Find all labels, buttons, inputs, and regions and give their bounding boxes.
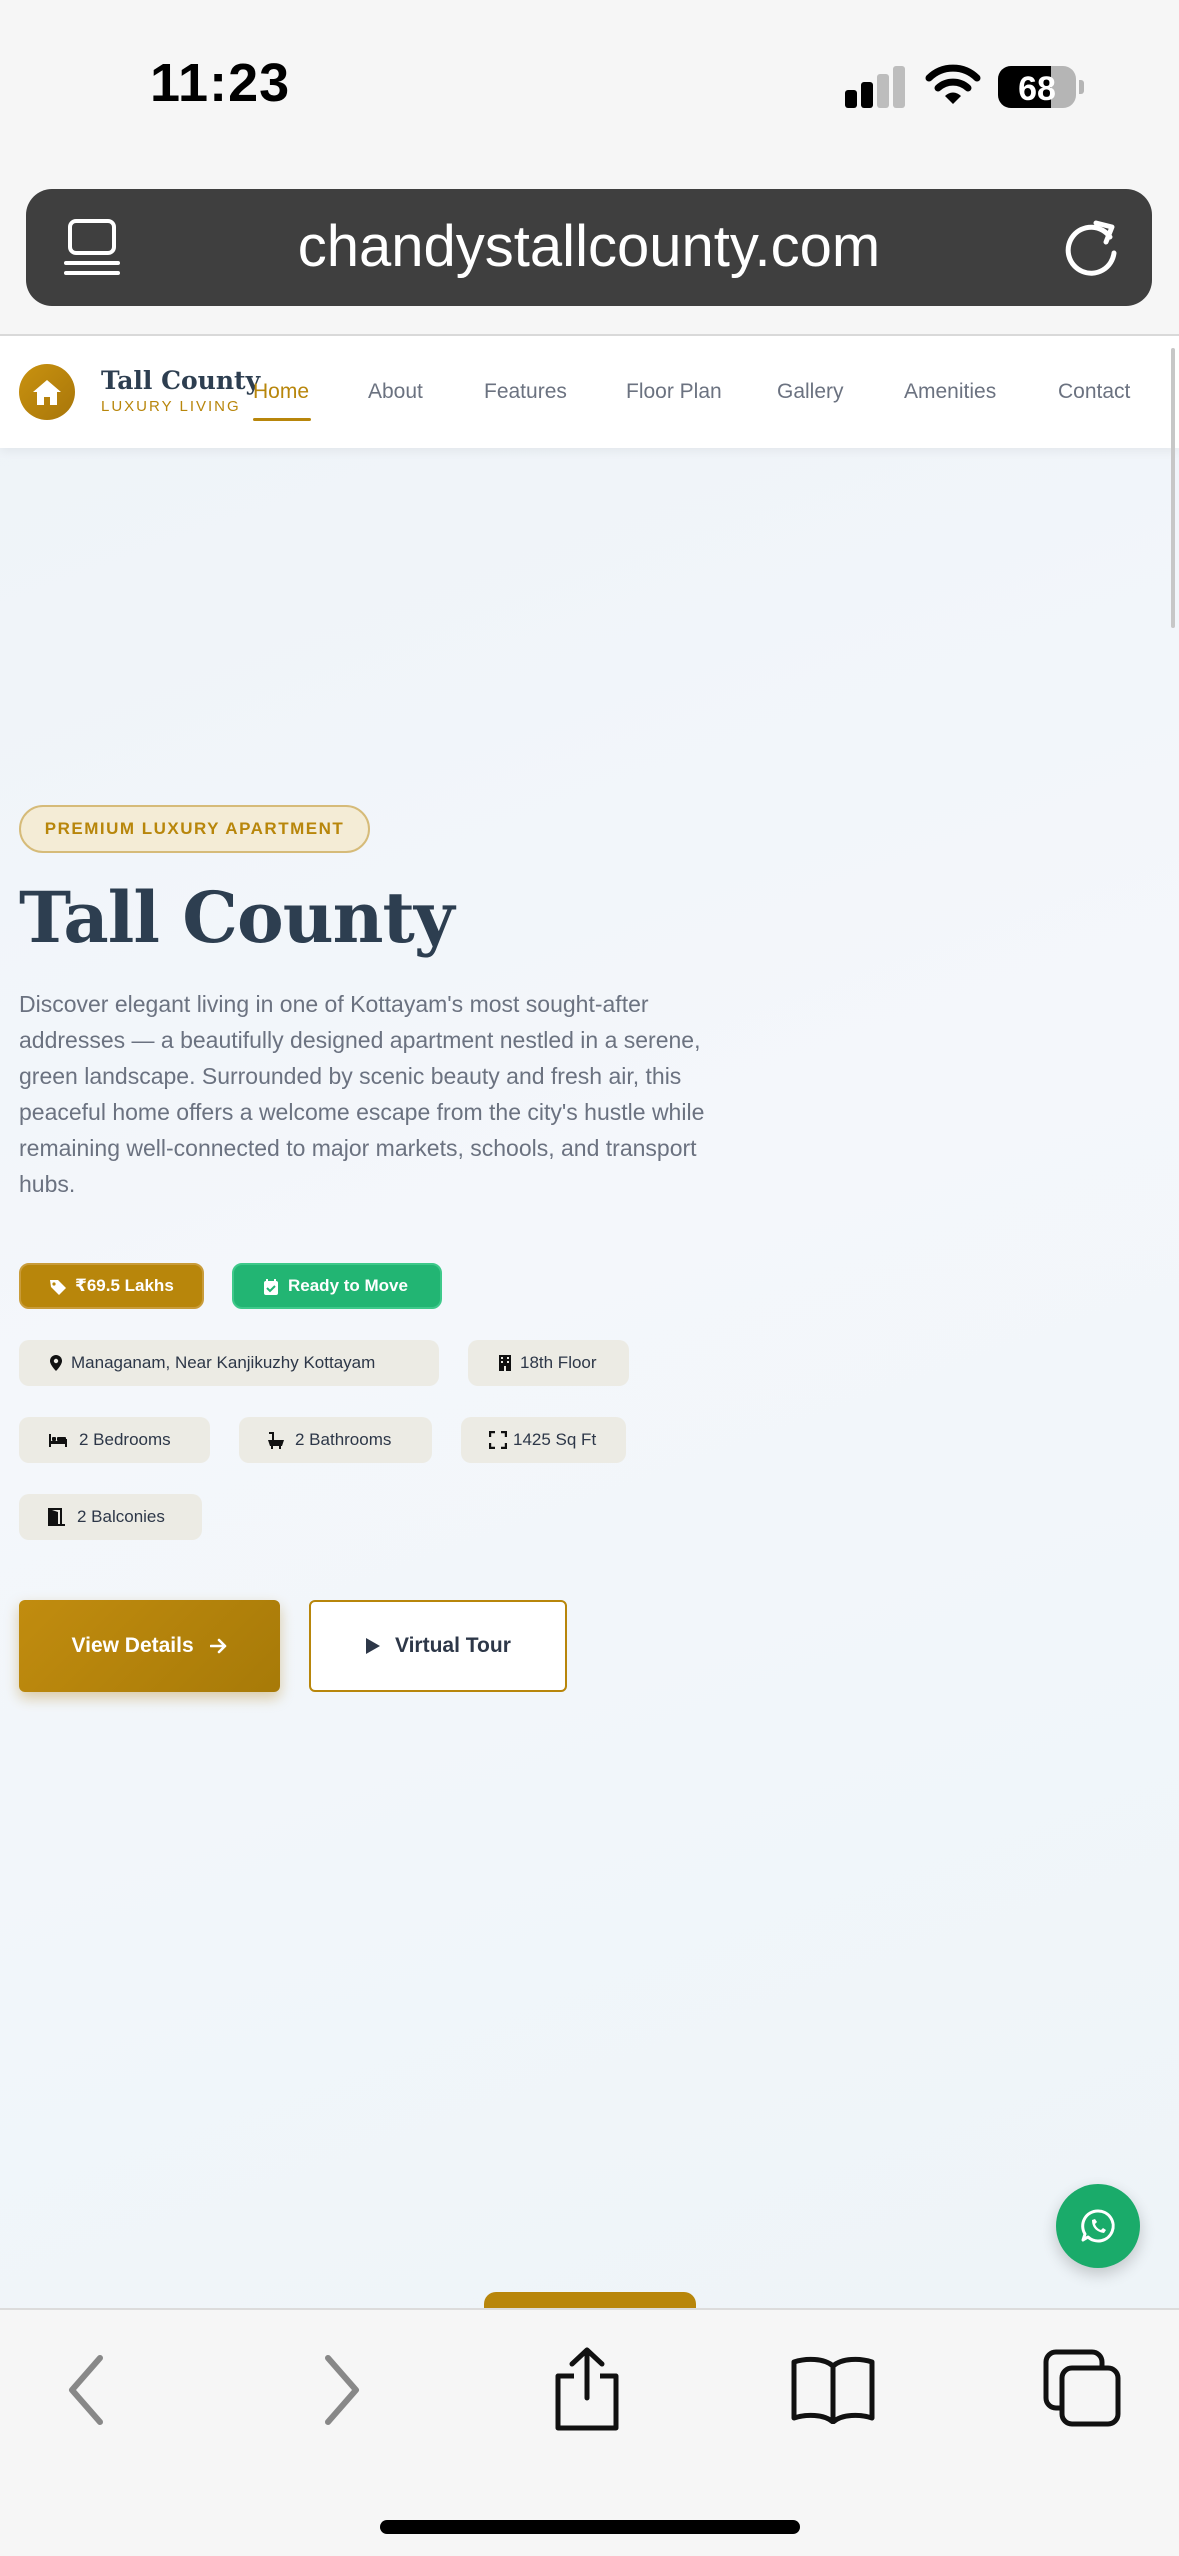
nav-about[interactable]: About — [368, 380, 423, 404]
balconies-text: 2 Balconies — [77, 1507, 165, 1526]
view-details-label: View Details — [71, 1634, 194, 1657]
battery-cap — [1079, 80, 1084, 94]
status-text: Ready to Move — [288, 1276, 408, 1295]
web-content[interactable]: Tall County LUXURY LIVING Home About Fea… — [0, 336, 1179, 2308]
nav-floor-plan[interactable]: Floor Plan — [626, 380, 722, 404]
map-pin-icon — [50, 1355, 62, 1371]
calendar-check-icon — [264, 1279, 278, 1295]
floor-pill: 18th Floor — [468, 1340, 629, 1386]
area-pill: 1425 Sq Ft — [461, 1417, 626, 1463]
bed-icon — [49, 1434, 67, 1447]
balconies-pill: 2 Balconies — [19, 1494, 202, 1540]
price-text: ₹69.5 Lakhs — [75, 1276, 174, 1295]
status-bar: 11:23 68 — [0, 0, 1179, 170]
wifi-icon — [925, 64, 981, 104]
home-icon — [33, 380, 61, 405]
nav-home[interactable]: Home — [253, 380, 309, 404]
page-scrollbar[interactable] — [1171, 348, 1175, 628]
view-details-button[interactable]: View Details — [19, 1600, 280, 1692]
brand-tagline: LUXURY LIVING — [101, 398, 241, 415]
hero-title: Tall County — [19, 876, 454, 959]
building-icon — [499, 1355, 511, 1371]
arrow-right-icon — [209, 1639, 226, 1654]
door-icon — [48, 1508, 65, 1526]
site-navbar: Tall County LUXURY LIVING Home About Fea… — [0, 336, 1179, 628]
expand-icon — [489, 1431, 507, 1449]
nav-active-underline — [253, 418, 311, 421]
nav-features[interactable]: Features — [484, 380, 567, 404]
area-text: 1425 Sq Ft — [513, 1430, 597, 1449]
tag-icon — [50, 1280, 66, 1295]
nav-contact[interactable]: Contact — [1058, 380, 1130, 404]
cellular-signal-icon — [845, 64, 905, 108]
bedrooms-pill: 2 Bedrooms — [19, 1417, 210, 1463]
location-pill: Managanam, Near Kanjikuzhy Kottayam — [19, 1340, 439, 1386]
bottom-tab-peek[interactable] — [484, 2292, 696, 2308]
url-text[interactable]: chandystallcounty.com — [146, 213, 1032, 280]
status-time: 11:23 — [150, 53, 291, 113]
bookmarks-icon[interactable] — [790, 2354, 876, 2424]
bathrooms-pill: 2 Bathrooms — [239, 1417, 432, 1463]
brand-name[interactable]: Tall County — [101, 366, 260, 395]
back-icon[interactable] — [62, 2352, 110, 2428]
virtual-tour-button[interactable]: Virtual Tour — [309, 1600, 567, 1692]
hero-badge: PREMIUM LUXURY APARTMENT — [19, 805, 370, 853]
nav-amenities[interactable]: Amenities — [904, 380, 996, 404]
nav-gallery[interactable]: Gallery — [777, 380, 844, 404]
battery-level: 68 — [1018, 70, 1056, 108]
ready-to-move-badge: Ready to Move — [232, 1263, 442, 1309]
tabs-icon[interactable] — [1042, 2348, 1122, 2428]
hero-description: Discover elegant living in one of Kottay… — [19, 991, 705, 1197]
browser-toolbar — [0, 2308, 1179, 2556]
reader-icon[interactable] — [62, 217, 122, 279]
share-icon[interactable] — [552, 2346, 622, 2432]
floor-text: 18th Floor — [520, 1353, 597, 1372]
forward-icon[interactable] — [318, 2352, 366, 2428]
brand-logo[interactable] — [19, 364, 75, 420]
battery-icon: 68 — [998, 66, 1076, 108]
virtual-tour-label: Virtual Tour — [394, 1634, 511, 1657]
price-badge: ₹69.5 Lakhs — [19, 1263, 204, 1309]
whatsapp-icon — [1081, 2209, 1115, 2243]
whatsapp-button[interactable] — [1056, 2184, 1140, 2268]
bedrooms-text: 2 Bedrooms — [79, 1430, 171, 1449]
home-indicator — [380, 2520, 800, 2534]
location-text: Managanam, Near Kanjikuzhy Kottayam — [71, 1353, 376, 1372]
reload-icon[interactable] — [1060, 215, 1124, 279]
bath-icon — [268, 1432, 284, 1449]
bathrooms-text: 2 Bathrooms — [295, 1430, 392, 1449]
play-icon — [366, 1638, 381, 1655]
address-bar[interactable]: chandystallcounty.com — [26, 189, 1152, 306]
